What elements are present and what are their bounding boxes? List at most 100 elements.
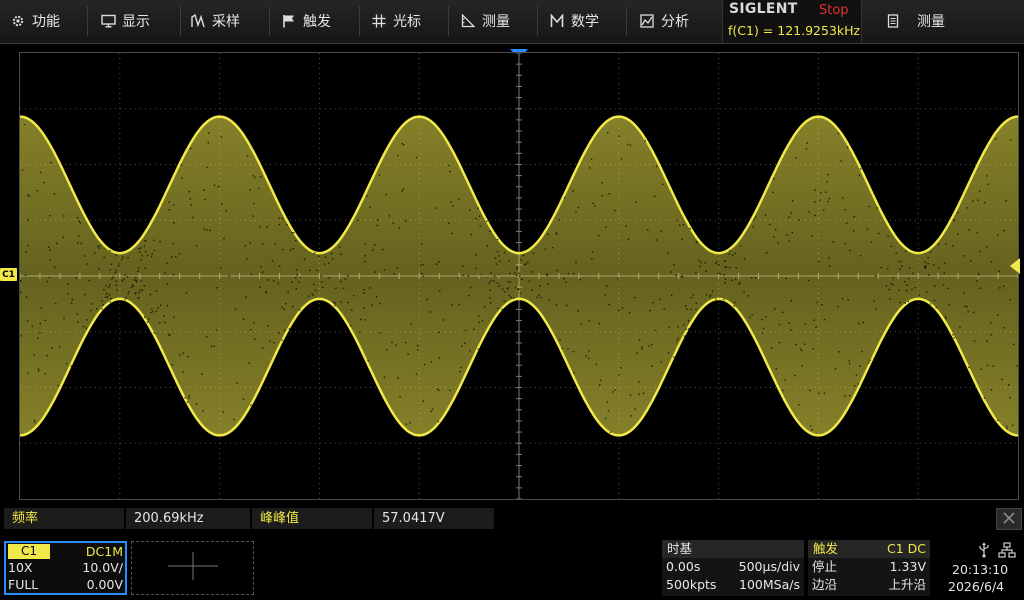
trace-speckle: [254, 176, 257, 179]
trace-speckle: [96, 308, 98, 310]
trace-speckle: [634, 408, 636, 410]
trace-speckle: [364, 260, 366, 263]
measurement-1-label-cell[interactable]: 频率: [4, 508, 124, 529]
trace-speckle: [438, 389, 440, 391]
trace-speckle: [115, 254, 117, 256]
trace-speckle: [580, 323, 582, 325]
trace-speckle: [324, 263, 326, 265]
trace-speckle: [935, 306, 937, 309]
trace-speckle: [685, 328, 687, 331]
trace-speckle: [259, 286, 261, 288]
measurement-2-label-cell[interactable]: 峰峰值: [252, 508, 372, 529]
trace-speckle: [567, 272, 570, 275]
trace-speckle: [383, 269, 386, 271]
trace-speckle: [246, 258, 248, 260]
trace-speckle: [204, 198, 206, 201]
trace-speckle: [1003, 229, 1005, 232]
trace-speckle: [281, 339, 283, 341]
trace-speckle: [591, 258, 593, 260]
trace-speckle: [509, 272, 511, 275]
trace-speckle: [287, 291, 289, 293]
trace-speckle: [248, 362, 250, 364]
trace-speckle: [457, 277, 459, 279]
trace-speckle: [259, 226, 261, 228]
trace-speckle: [734, 252, 736, 255]
trace-speckle: [563, 277, 565, 280]
trace-speckle: [31, 325, 33, 327]
timebase-memory-depth: 500kpts: [666, 577, 717, 592]
trace-speckle: [451, 205, 454, 207]
trace-speckle: [968, 366, 970, 369]
run-state-indicator[interactable]: Stop: [819, 3, 849, 18]
menu-measure-right[interactable]: 测量: [885, 0, 945, 42]
trace-speckle: [782, 389, 784, 392]
trace-speckle: [507, 280, 510, 283]
menu-trigger[interactable]: 触发: [281, 0, 331, 42]
trace-speckle: [498, 255, 500, 257]
trace-speckle: [970, 260, 972, 262]
trace-speckle: [648, 345, 650, 347]
trace-speckle: [821, 304, 823, 306]
measurement-2-value: 57.0417V: [382, 511, 445, 526]
trace-speckle: [888, 288, 890, 291]
trace-speckle: [62, 236, 64, 239]
add-channel-slot[interactable]: [131, 541, 254, 595]
trace-speckle: [718, 263, 720, 266]
trace-speckle: [122, 256, 124, 258]
trace-speckle: [195, 403, 198, 405]
trace-speckle: [938, 267, 940, 269]
trace-speckle: [121, 280, 124, 282]
trace-speckle: [990, 389, 992, 391]
menu-utility[interactable]: 功能: [10, 0, 60, 42]
trace-speckle: [655, 239, 658, 241]
trace-speckle: [979, 287, 982, 289]
trace-speckle: [681, 275, 684, 277]
trace-speckle: [39, 332, 41, 334]
trace-speckle: [80, 242, 82, 245]
trace-speckle: [719, 273, 721, 275]
trace-speckle: [376, 224, 378, 227]
trace-speckle: [927, 257, 929, 259]
trace-speckle: [166, 283, 168, 285]
trace-speckle: [599, 379, 602, 382]
trace-speckle: [422, 275, 425, 277]
channel1-status-box[interactable]: C1 DC1M 10X 10.0V/ FULL 0.00V: [4, 541, 127, 595]
trace-speckle: [516, 268, 518, 270]
trace-speckle: [1002, 285, 1005, 287]
menu-cursors[interactable]: 光标: [371, 0, 421, 42]
trigger-status-box[interactable]: 触发 C1 DC 停止 1.33V 边沿 上升沿: [808, 540, 930, 596]
trace-speckle: [667, 352, 670, 354]
trace-speckle: [673, 264, 675, 266]
trace-speckle: [498, 285, 500, 287]
trigger-level-marker[interactable]: [1010, 258, 1020, 274]
trace-speckle: [1012, 424, 1014, 426]
menu-acquire[interactable]: 采样: [190, 0, 240, 42]
trace-speckle: [572, 190, 574, 192]
menu-measure[interactable]: 测量: [460, 0, 510, 42]
trace-speckle: [818, 392, 820, 395]
channel1-offset-marker[interactable]: C1: [0, 268, 17, 281]
trace-speckle: [404, 341, 407, 344]
clipboard-icon: [885, 13, 901, 29]
menu-math[interactable]: 数学: [549, 0, 599, 42]
trace-speckle: [685, 305, 687, 307]
timebase-status-box[interactable]: 时基 0.00s 500µs/div 500kpts 100MSa/s: [662, 540, 804, 596]
trace-speckle: [295, 239, 297, 242]
trace-speckle: [945, 243, 947, 245]
menu-analysis[interactable]: 分析: [639, 0, 689, 42]
trace-speckle: [172, 242, 175, 245]
trace-speckle: [930, 251, 932, 253]
waveform-display[interactable]: [19, 52, 1019, 500]
trace-speckle: [725, 266, 728, 268]
trace-speckle: [743, 291, 745, 293]
trace-speckle: [716, 261, 718, 263]
trace-speckle: [814, 189, 816, 191]
menu-display[interactable]: 显示: [100, 0, 150, 42]
measurement-close-button[interactable]: [996, 508, 1022, 530]
trace-speckle: [627, 238, 630, 240]
trace-speckle: [168, 201, 170, 203]
trace-speckle: [683, 324, 685, 326]
trace-speckle: [481, 320, 484, 322]
trace-speckle: [811, 235, 813, 237]
trace-speckle: [617, 277, 619, 280]
